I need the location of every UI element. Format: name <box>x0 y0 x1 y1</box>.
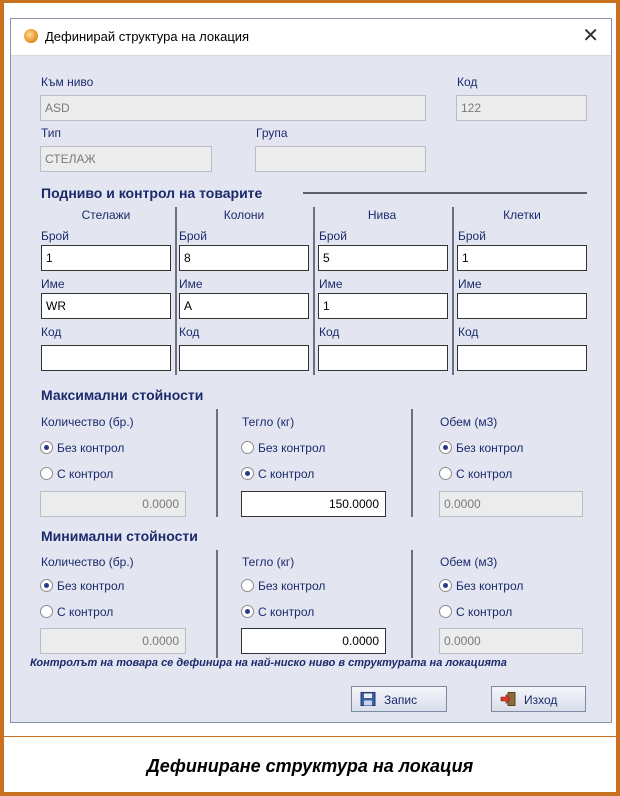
group-field[interactable] <box>255 146 426 172</box>
group-divider <box>411 409 413 517</box>
figure-caption: Дефиниране структура на локация <box>146 756 474 776</box>
radio-empty-icon <box>40 467 53 480</box>
group-divider <box>216 550 218 658</box>
radio-selected-icon <box>241 605 254 618</box>
max-weight-control-radio[interactable]: С контрол <box>241 466 314 482</box>
cells-name-input[interactable] <box>457 293 587 319</box>
min-weight-no-control-radio[interactable]: Без контрол <box>241 578 325 594</box>
min-qty-value[interactable]: 0.0000 <box>40 628 186 654</box>
cells-code-input[interactable] <box>457 345 587 371</box>
column-divider <box>175 207 177 375</box>
columns-name-input[interactable]: A <box>179 293 309 319</box>
min-volume-no-control-radio[interactable]: Без контрол <box>439 578 523 594</box>
level-field[interactable]: ASD <box>40 95 426 121</box>
racks-code-input[interactable] <box>41 345 171 371</box>
group-label: Група <box>256 126 288 140</box>
title-bar: Дефинирай структура на локация ✕ <box>11 19 611 56</box>
control-note: Контролът на товара се дефинира на най-н… <box>30 657 507 669</box>
name-label: Име <box>319 277 343 291</box>
name-label: Име <box>179 277 203 291</box>
min-volume-label: Обем (м3) <box>440 555 498 569</box>
code-label: Код <box>458 325 479 339</box>
count-label: Брой <box>179 229 207 243</box>
max-volume-no-control-radio[interactable]: Без контрол <box>439 440 523 456</box>
max-qty-no-control-radio[interactable]: Без контрол <box>40 440 124 456</box>
max-volume-value[interactable]: 0.0000 <box>439 491 583 517</box>
code-label: Код <box>319 325 340 339</box>
code-label: Код <box>41 325 62 339</box>
radio-selected-icon <box>241 467 254 480</box>
group-divider <box>411 550 413 658</box>
min-title: Минимални стойности <box>41 528 198 544</box>
count-label: Брой <box>458 229 486 243</box>
min-volume-control-radio[interactable]: С контрол <box>439 604 512 620</box>
radio-selected-icon <box>40 441 53 454</box>
column-divider <box>313 207 315 375</box>
max-qty-control-radio[interactable]: С контрол <box>40 466 113 482</box>
save-button[interactable]: Запис <box>351 686 447 712</box>
radio-empty-icon <box>439 467 452 480</box>
min-weight-label: Тегло (кг) <box>242 555 295 569</box>
columns-count-input[interactable]: 8 <box>179 245 309 271</box>
section-rule <box>303 192 587 194</box>
radio-empty-icon <box>241 579 254 592</box>
window-title: Дефинирай структура на локация <box>45 29 250 44</box>
col-head-cells: Клетки <box>503 208 541 222</box>
max-weight-label: Тегло (кг) <box>242 415 295 429</box>
radio-selected-icon <box>439 579 452 592</box>
levels-name-input[interactable]: 1 <box>318 293 448 319</box>
type-field[interactable]: СТЕЛАЖ <box>40 146 212 172</box>
cells-count-input[interactable]: 1 <box>457 245 587 271</box>
min-volume-value[interactable]: 0.0000 <box>439 628 583 654</box>
app-icon <box>24 29 38 43</box>
column-divider <box>452 207 454 375</box>
location-structure-dialog: Дефинирай структура на локация ✕ Към нив… <box>10 18 612 723</box>
count-label: Брой <box>41 229 69 243</box>
min-qty-no-control-radio[interactable]: Без контрол <box>40 578 124 594</box>
max-qty-label: Количество (бр.) <box>41 415 134 429</box>
racks-name-input[interactable]: WR <box>41 293 171 319</box>
columns-code-input[interactable] <box>179 345 309 371</box>
radio-empty-icon <box>439 605 452 618</box>
max-qty-value[interactable]: 0.0000 <box>40 491 186 517</box>
code-label: Код <box>179 325 200 339</box>
exit-door-icon <box>500 692 516 706</box>
code-field[interactable]: 122 <box>456 95 587 121</box>
col-head-columns: Колони <box>223 208 265 222</box>
group-divider <box>216 409 218 517</box>
min-weight-value[interactable]: 0.0000 <box>241 628 386 654</box>
type-label: Тип <box>41 126 62 140</box>
levels-code-input[interactable] <box>318 345 448 371</box>
caption-divider <box>4 736 616 737</box>
min-qty-control-radio[interactable]: С контрол <box>40 604 113 620</box>
racks-count-input[interactable]: 1 <box>41 245 171 271</box>
max-volume-label: Обем (м3) <box>440 415 498 429</box>
level-label: Към ниво <box>41 75 94 89</box>
min-qty-label: Количество (бр.) <box>41 555 134 569</box>
levels-count-input[interactable]: 5 <box>318 245 448 271</box>
exit-button[interactable]: Изход <box>491 686 586 712</box>
col-head-racks: Стелажи <box>81 208 131 222</box>
radio-selected-icon <box>40 579 53 592</box>
floppy-icon <box>360 692 376 706</box>
col-head-levels: Нива <box>367 208 397 222</box>
name-label: Име <box>41 277 65 291</box>
sublevels-title: Подниво и контрол на товарите <box>41 185 263 201</box>
max-title: Максимални стойности <box>41 387 204 403</box>
code-label: Код <box>457 75 478 89</box>
min-weight-control-radio[interactable]: С контрол <box>241 604 314 620</box>
max-volume-control-radio[interactable]: С контрол <box>439 466 512 482</box>
name-label: Име <box>458 277 482 291</box>
count-label: Брой <box>319 229 347 243</box>
close-icon[interactable]: ✕ <box>582 24 599 48</box>
radio-selected-icon <box>439 441 452 454</box>
radio-empty-icon <box>241 441 254 454</box>
radio-empty-icon <box>40 605 53 618</box>
max-weight-value[interactable]: 150.0000 <box>241 491 386 517</box>
max-weight-no-control-radio[interactable]: Без контрол <box>241 440 325 456</box>
